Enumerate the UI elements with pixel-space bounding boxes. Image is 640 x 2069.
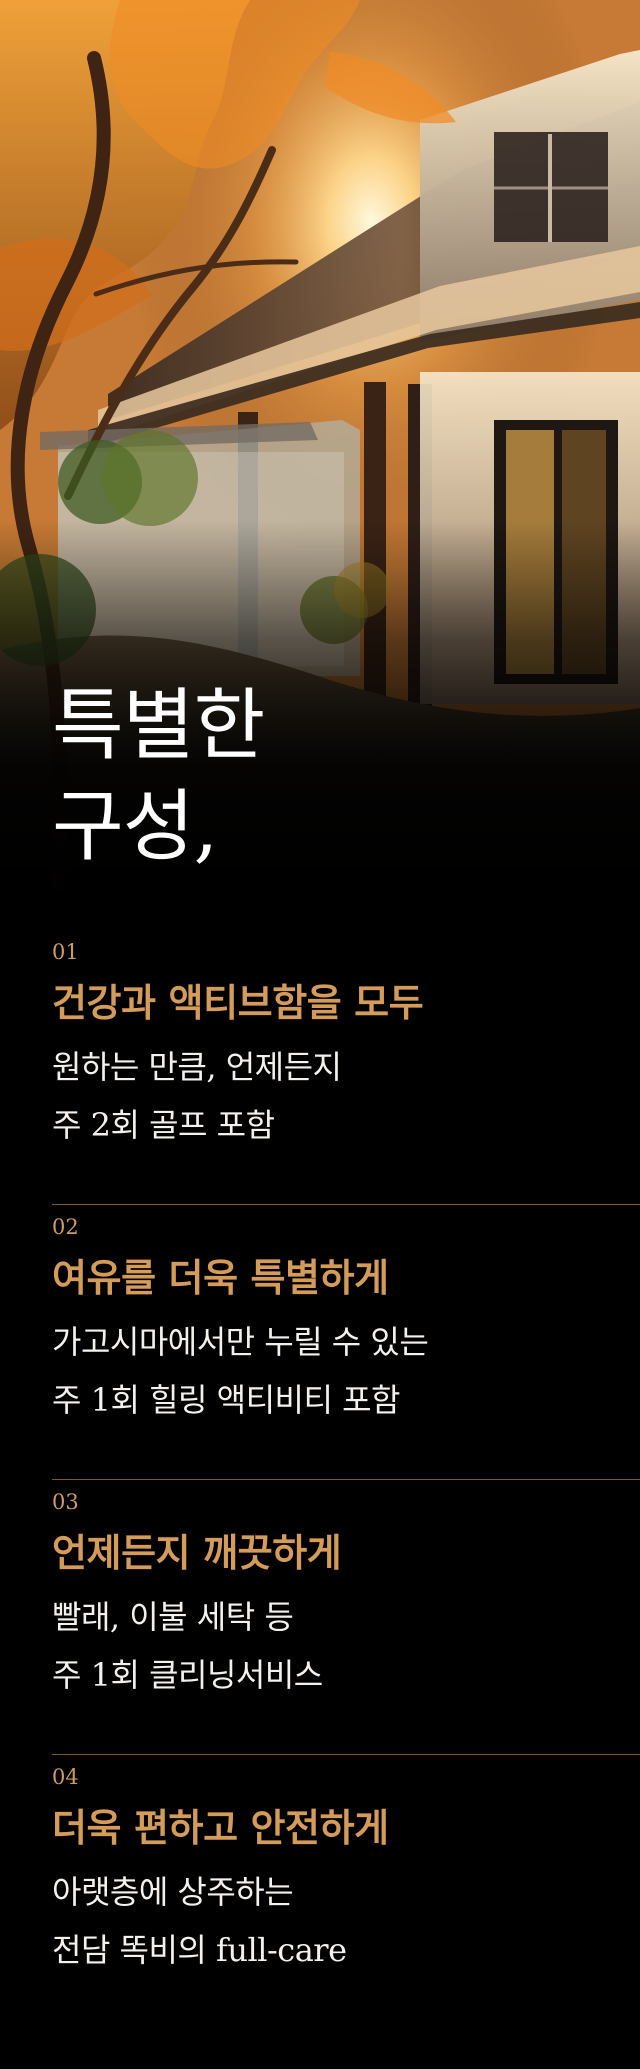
feature-description: 원하는 만큼, 언제든지 주 2회 골프 포함 (52, 1038, 342, 1154)
feature-description-line-1: 원하는 만큼, 언제든지 (52, 1048, 342, 1086)
feature-title: 언제든지 깨끗하게 (52, 1530, 342, 1575)
feature-item-02: 02 여유를 더욱 특별하게 가고시마에서만 누릴 수 있는 주 1회 힐링 액… (52, 1205, 640, 1480)
feature-title: 건강과 액티브함을 모두 (52, 980, 424, 1025)
page: 특별한 구성, 01 건강과 액티브함을 모두 원하는 만큼, 언제든지 주 2… (0, 0, 640, 2069)
feature-description: 가고시마에서만 누릴 수 있는 주 1회 힐링 액티비티 포함 (52, 1313, 429, 1429)
feature-description-line-1: 아랫층에 상주하는 (52, 1873, 294, 1911)
feature-description: 아랫층에 상주하는 전담 똑비의 full-care (52, 1863, 347, 1979)
page-title-line-2: 구성, (52, 782, 218, 872)
feature-number: 01 (52, 940, 79, 964)
feature-description-line-2: 주 2회 골프 포함 (52, 1106, 275, 1144)
page-title-line-1: 특별한 (52, 681, 265, 771)
feature-description-line-2: 전담 똑비의 full-care (52, 1931, 347, 1969)
feature-item-04: 04 더욱 편하고 안전하게 아랫층에 상주하는 전담 똑비의 full-car… (52, 1755, 640, 2030)
hero-section: 특별한 구성, (0, 0, 640, 920)
feature-description-line-1: 빨래, 이불 세탁 등 (52, 1598, 294, 1636)
feature-description: 빨래, 이불 세탁 등 주 1회 클리닝서비스 (52, 1588, 323, 1704)
page-title: 특별한 구성, (52, 676, 265, 878)
feature-list: 01 건강과 액티브함을 모두 원하는 만큼, 언제든지 주 2회 골프 포함 … (52, 930, 640, 2030)
feature-number: 03 (52, 1490, 79, 1514)
feature-title: 여유를 더욱 특별하게 (52, 1255, 389, 1300)
feature-number: 04 (52, 1765, 79, 1789)
feature-number: 02 (52, 1215, 79, 1239)
feature-description-line-2: 주 1회 클리닝서비스 (52, 1656, 323, 1694)
feature-item-03: 03 언제든지 깨끗하게 빨래, 이불 세탁 등 주 1회 클리닝서비스 (52, 1480, 640, 1755)
feature-item-01: 01 건강과 액티브함을 모두 원하는 만큼, 언제든지 주 2회 골프 포함 (52, 930, 640, 1205)
feature-title: 더욱 편하고 안전하게 (52, 1805, 389, 1850)
feature-description-line-1: 가고시마에서만 누릴 수 있는 (52, 1323, 429, 1361)
feature-description-line-2: 주 1회 힐링 액티비티 포함 (52, 1381, 400, 1419)
